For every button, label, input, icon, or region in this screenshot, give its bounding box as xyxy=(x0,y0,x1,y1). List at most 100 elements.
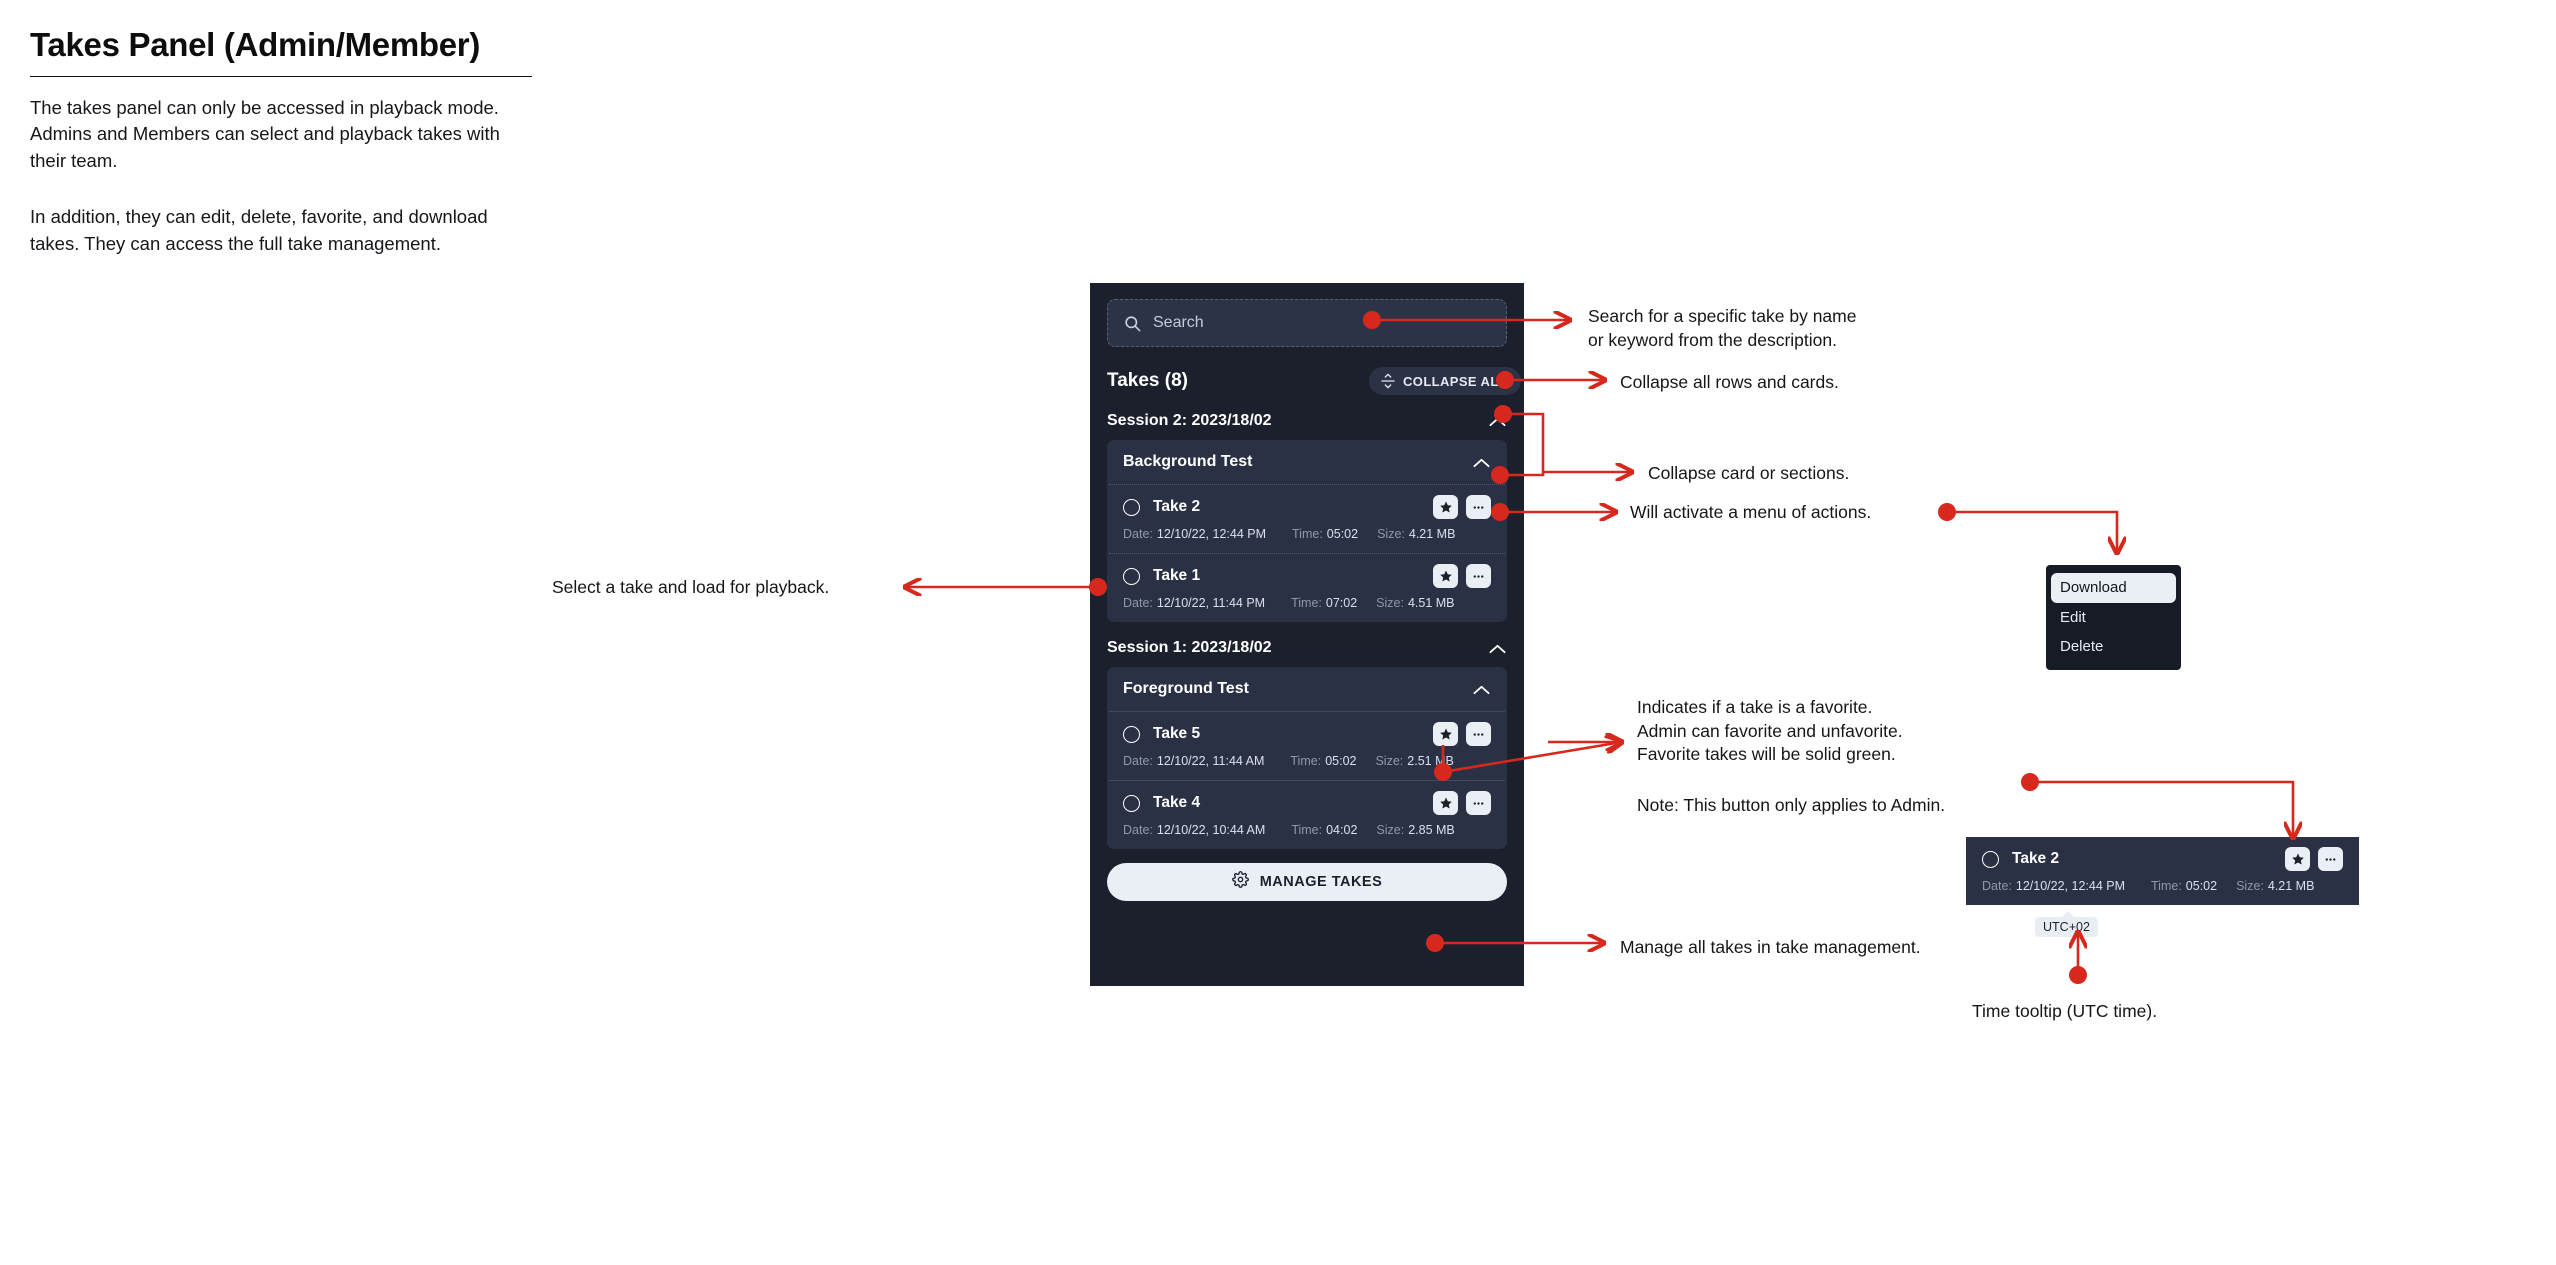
size-label: Size: xyxy=(1376,596,1404,610)
annotation-favorite-note: Note: This button only applies to Admin. xyxy=(1637,795,1946,815)
collapse-all-icon xyxy=(1380,373,1396,389)
menu-item-delete[interactable]: Delete xyxy=(2046,632,2181,662)
manage-takes-button[interactable]: MANAGE TAKES xyxy=(1107,863,1507,901)
take-select-radio[interactable] xyxy=(1123,794,1140,812)
favorite-star-button[interactable] xyxy=(1433,564,1458,588)
time-label: Time: xyxy=(1291,596,1322,610)
take-name: Take 1 xyxy=(1153,567,1201,584)
size-value: 4.21 MB xyxy=(2267,879,2315,893)
time-value: 05:02 xyxy=(1325,754,1357,768)
chevron-up-icon[interactable] xyxy=(1472,456,1491,468)
session-label: Session 2: 2023/18/02 xyxy=(1107,412,1272,429)
take-card-foreground-test: Foreground Test Take 5 Date: 12/10/22, 1… xyxy=(1107,667,1507,849)
size-value: 2.85 MB xyxy=(1408,823,1455,837)
take-select-radio[interactable] xyxy=(1123,498,1140,516)
size-label: Size: xyxy=(1375,754,1404,768)
annotation-select-take: Select a take and load for playback. xyxy=(552,577,830,597)
time-label: Time: xyxy=(1292,527,1323,541)
takes-count-title: Takes (8) xyxy=(1107,370,1188,391)
take-name: Take 5 xyxy=(1153,725,1201,742)
session-header-0[interactable]: Session 2: 2023/18/02 xyxy=(1107,412,1507,430)
take-row[interactable]: Take 5 Date: 12/10/22, 11:44 AM Time: 05… xyxy=(1107,712,1507,780)
annotation-search: Search for a specific take by name or ke… xyxy=(1588,306,1857,350)
date-label: Date: xyxy=(1123,823,1153,837)
annotation-collapse-all: Collapse all rows and cards. xyxy=(1620,372,1839,392)
page-root: Takes Panel (Admin/Member) The takes pan… xyxy=(0,0,2556,1265)
search-input[interactable]: Search xyxy=(1107,299,1507,347)
size-value: 4.51 MB xyxy=(1407,596,1455,610)
date-value: 12/10/22, 12:44 PM xyxy=(1156,527,1266,541)
search-placeholder: Search xyxy=(1153,314,1204,331)
more-actions-button[interactable] xyxy=(1466,791,1491,815)
time-value: 07:02 xyxy=(1325,596,1358,610)
size-value: 4.21 MB xyxy=(1408,527,1456,541)
annotation-collapse-card: Collapse card or sections. xyxy=(1648,463,1850,483)
card-header[interactable]: Foreground Test xyxy=(1107,667,1507,711)
date-value: 12/10/22, 11:44 AM xyxy=(1156,754,1265,768)
size-label: Size: xyxy=(1376,823,1405,837)
date-value: 12/10/22, 10:44 AM xyxy=(1156,823,1266,837)
more-actions-button[interactable] xyxy=(1466,564,1491,588)
take-row-tooltip-example[interactable]: Take 2 Date: 12/10/22, 12:44 PM Time: 05:0… xyxy=(1966,837,2359,905)
chevron-up-icon[interactable] xyxy=(1488,642,1507,654)
menu-item-download[interactable]: Download xyxy=(2051,573,2176,603)
actions-context-menu: Download Edit Delete xyxy=(2046,565,2181,670)
chevron-up-icon[interactable] xyxy=(1472,683,1491,695)
size-label: Size: xyxy=(1377,527,1405,541)
take-row[interactable]: Take 2 Date: 12/10/22, 12:44 PM Time: 05… xyxy=(1107,485,1507,553)
utc-time-tooltip: UTC+02 xyxy=(2035,911,2098,937)
description-paragraph-1: The takes panel can only be accessed in … xyxy=(30,96,500,171)
date-value: 12/10/22, 11:44 PM xyxy=(1156,596,1266,610)
take-select-radio[interactable] xyxy=(1123,567,1140,585)
size-label: Size: xyxy=(2236,879,2264,893)
takes-panel: Search Takes (8) COLLAPSE ALL Session 2:… xyxy=(1090,283,1524,986)
manage-takes-label: MANAGE TAKES xyxy=(1259,874,1383,890)
take-name: Take 2 xyxy=(2012,850,2060,867)
annotation-tooltip: Time tooltip (UTC time). xyxy=(1972,1001,2158,1021)
description-paragraph-2: In addition, they can edit, delete, favo… xyxy=(30,206,488,254)
favorite-star-button[interactable] xyxy=(1433,722,1458,746)
take-name: Take 2 xyxy=(1153,498,1201,515)
title-divider xyxy=(30,75,532,77)
favorite-star-button[interactable] xyxy=(1433,495,1458,519)
take-metadata: Date: 12/10/22, 10:44 AM Time: 04:02 Size:… xyxy=(1123,823,1491,837)
more-actions-button[interactable] xyxy=(1466,722,1491,746)
take-row[interactable]: Take 1 Date: 12/10/22, 11:44 PM Time: 07… xyxy=(1107,554,1507,622)
time-label: Time: xyxy=(2151,879,2182,893)
take-metadata: Date: 12/10/22, 12:44 PM Time: 05:02 Size:… xyxy=(1123,527,1491,541)
session-label: Session 1: 2023/18/02 xyxy=(1107,639,1272,656)
take-select-radio[interactable] xyxy=(1123,725,1140,743)
chevron-up-icon[interactable] xyxy=(1488,415,1507,427)
size-value: 2.51 MB xyxy=(1407,754,1454,768)
take-select-radio[interactable] xyxy=(1982,850,1999,868)
favorite-star-button[interactable] xyxy=(2285,847,2310,871)
time-value: 04:02 xyxy=(1326,823,1358,837)
favorite-star-button[interactable] xyxy=(1433,791,1458,815)
search-icon xyxy=(1123,314,1142,333)
collapse-all-label: COLLAPSE ALL xyxy=(1403,373,1507,389)
card-title: Background Test xyxy=(1123,453,1253,470)
take-card-background-test: Background Test Take 2 Date: 12/10/22, 1… xyxy=(1107,440,1507,622)
menu-item-edit[interactable]: Edit xyxy=(2046,603,2181,633)
annotation-menu-actions: Will activate a menu of actions. xyxy=(1630,502,1872,522)
take-row[interactable]: Take 4 Date: 12/10/22, 10:44 AM Time: 04… xyxy=(1107,781,1507,849)
time-value: 05:02 xyxy=(1326,527,1359,541)
take-metadata: Date: 12/10/22, 11:44 PM Time: 07:02 Size:… xyxy=(1123,596,1491,610)
card-header[interactable]: Background Test xyxy=(1107,440,1507,484)
page-title: Takes Panel (Admin/Member) xyxy=(30,26,481,63)
documentation-block: Takes Panel (Admin/Member) The takes pan… xyxy=(30,26,540,257)
more-actions-button[interactable] xyxy=(1466,495,1491,519)
takes-header: Takes (8) COLLAPSE ALL xyxy=(1107,367,1521,395)
card-title: Foreground Test xyxy=(1123,680,1249,697)
date-label: Date: xyxy=(1123,596,1153,610)
date-label: Date: xyxy=(1123,527,1153,541)
time-label: Time: xyxy=(1291,823,1323,837)
take-metadata: Date: 12/10/22, 11:44 AM Time: 05:02 Size:… xyxy=(1123,754,1491,768)
collapse-all-button[interactable]: COLLAPSE ALL xyxy=(1369,367,1521,395)
session-header-1[interactable]: Session 1: 2023/18/02 xyxy=(1107,639,1507,657)
time-label: Time: xyxy=(1290,754,1322,768)
gear-icon xyxy=(1231,871,1249,893)
more-actions-button[interactable] xyxy=(2318,847,2343,871)
annotation-favorite: Indicates if a take is a favorite. Admin… xyxy=(1637,697,1903,765)
take-metadata: Date: 12/10/22, 12:44 PM Time: 05:02 Size:… xyxy=(1982,879,2343,893)
